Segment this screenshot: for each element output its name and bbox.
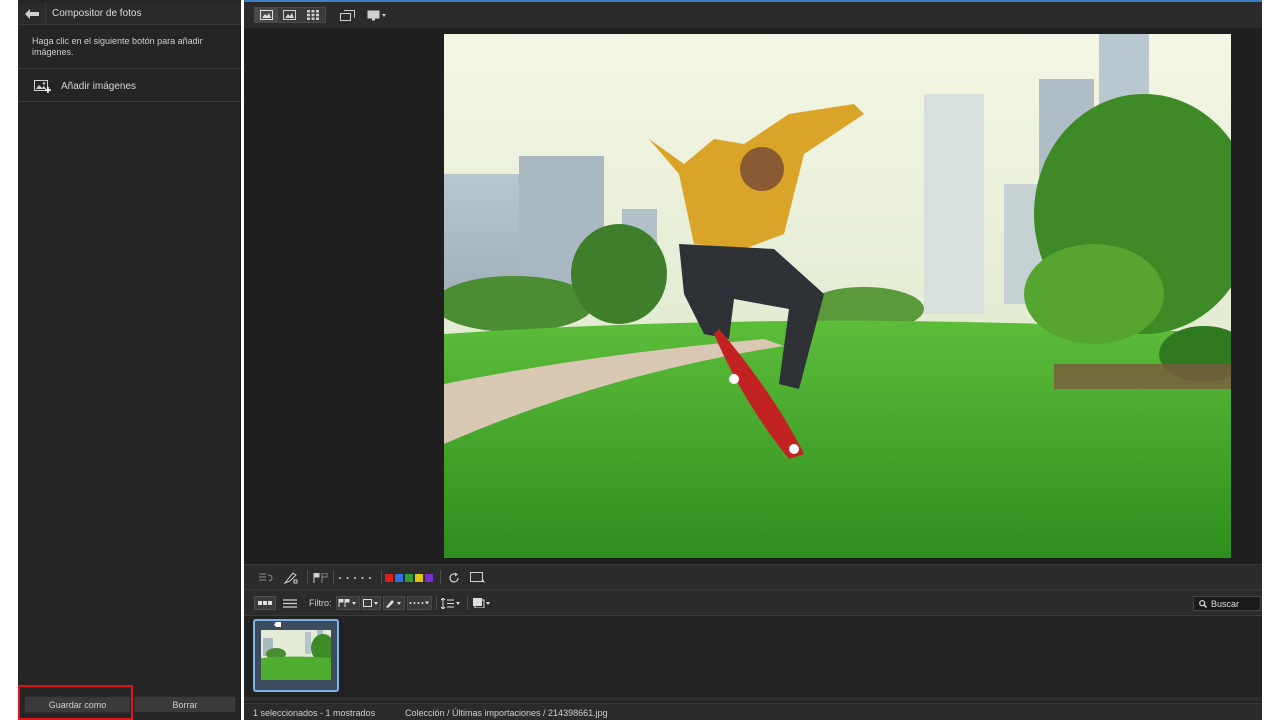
thumbnail-size-dropdown[interactable] [472,596,492,610]
divider [436,596,437,610]
filmstrip-view-icon[interactable] [254,596,276,610]
view-mode-group [254,7,326,23]
divider [381,570,382,584]
add-image-icon [34,80,51,93]
search-icon [1199,599,1207,608]
color-label-swatch[interactable] [385,573,393,582]
color-label-swatch[interactable] [405,573,413,582]
color-label-swatch[interactable] [395,573,403,582]
divider [18,68,241,69]
label-filter-dropdown[interactable] [407,596,432,610]
top-toolbar [244,0,1262,28]
main-photo[interactable] [444,34,1231,558]
rating-stars[interactable] [337,570,377,585]
divider [440,570,441,584]
flag-filter-dropdown[interactable] [336,596,360,610]
filmstrip-scrollbar[interactable] [244,697,1262,701]
add-images-button[interactable]: Añadir imágenes [34,80,136,93]
search-field[interactable]: Buscar [1193,596,1261,611]
rotate-icon[interactable] [446,570,462,585]
list-view-icon[interactable] [280,596,300,610]
color-labels[interactable] [384,570,436,585]
add-images-label: Añadir imágenes [61,81,137,92]
brush-icon[interactable] [282,570,300,585]
filmstrip [244,615,1262,703]
filter-label: Filtro: [309,598,332,608]
left-panel: Compositor de fotos Haga clic en el sigu… [18,0,241,720]
search-label: Buscar [1211,598,1240,609]
rating-filter-dropdown[interactable] [361,596,381,610]
compare-view-icon[interactable] [278,7,301,23]
divider [467,596,468,610]
tag-icon [274,622,281,627]
file-path: Colección / Últimas importaciones / 2143… [405,708,608,718]
status-bar: 1 seleccionados - 1 mostrados Colección … [244,703,1262,720]
back-button[interactable] [18,2,46,25]
delete-button[interactable]: Borrar [134,696,236,713]
single-view-icon[interactable] [255,7,279,23]
divider [307,570,308,584]
divider [18,101,241,102]
edit-toolbar [244,564,1262,589]
edit-filter-dropdown[interactable] [383,596,405,610]
main-area: Filtro: Buscar 1 seleccionados - 1 mostr… [244,0,1262,720]
flag-icon[interactable] [312,570,330,585]
sort-dropdown[interactable] [440,596,462,610]
grid-view-icon[interactable] [302,7,325,23]
panel-title: Compositor de fotos [52,8,142,19]
panel-description: Haga clic en el siguiente botón para aña… [32,36,203,57]
divider [333,570,334,584]
back-arrow-icon [24,8,39,19]
crop-icon[interactable] [469,570,487,585]
color-label-swatch[interactable] [415,573,423,582]
photo-viewer [244,28,1262,564]
panel-header: Compositor de fotos [18,2,241,25]
thumbnail-image [261,630,331,680]
selection-status: 1 seleccionados - 1 mostrados [253,708,376,718]
color-label-swatch[interactable] [425,573,433,582]
display-icon[interactable] [366,7,388,23]
second-screen-icon[interactable] [338,7,356,23]
photo-thumbnail[interactable] [253,619,339,692]
filter-toolbar: Filtro: Buscar [244,589,1262,615]
save-as-button[interactable]: Guardar como [24,696,131,713]
rotate-left-icon[interactable] [257,570,275,585]
